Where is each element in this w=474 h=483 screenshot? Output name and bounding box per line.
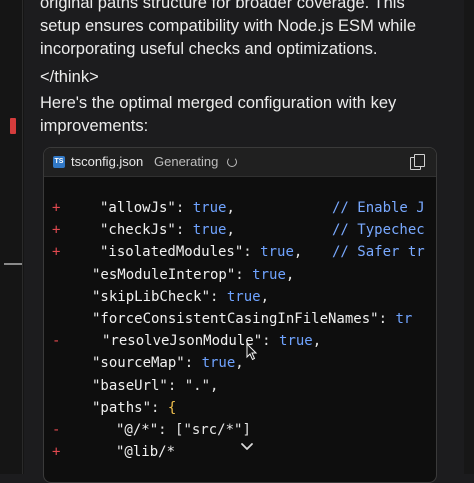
json-value: true (252, 266, 286, 283)
code-text: "@/*": ["src/*"] (116, 422, 251, 438)
json-value: "." (184, 377, 211, 394)
json-key: "@/*" (116, 422, 159, 438)
code-line: "esModuleInterop": true, (44, 267, 436, 289)
json-separator: : (378, 311, 396, 327)
code-line: + "allowJs": true, // Enable J (44, 200, 436, 222)
copy-icon[interactable] (410, 154, 425, 170)
json-value: { (167, 399, 177, 416)
json-punctuation: , (293, 244, 303, 261)
right-edge (464, 0, 474, 474)
code-line: "forceConsistentCasingInFileNames": tr (44, 311, 436, 333)
left-rail (0, 0, 24, 474)
code-text: "isolatedModules": true, (100, 244, 302, 260)
json-key: "checkJs" (100, 222, 176, 239)
message-line: original paths structure for broader cov… (40, 0, 405, 12)
code-line: "baseUrl": ".", (44, 378, 436, 400)
chevron-down-icon[interactable] (240, 440, 254, 454)
json-separator: : (235, 266, 253, 283)
code-comment: // Safer tr (332, 244, 425, 261)
json-key: "isolatedModules" (100, 244, 244, 261)
json-key: "paths" (92, 399, 152, 416)
diff-removed-marker: - (52, 333, 61, 350)
json-value: true (279, 333, 313, 350)
spinner-icon (227, 157, 237, 167)
json-key: "allowJs" (100, 200, 176, 216)
intro-line: improvements: (40, 117, 149, 135)
json-key: "baseUrl" (92, 377, 168, 394)
code-line: "paths": { (44, 400, 436, 422)
intro-line: Here's the optimal merged configuration … (40, 94, 397, 112)
intro-paragraph: Here's the optimal merged configuration … (40, 92, 460, 138)
code-text: "baseUrl": ".", (92, 378, 218, 394)
json-punctuation: , (260, 288, 270, 305)
code-text: "checkJs": true, (100, 222, 235, 238)
diff-added-marker: + (52, 444, 61, 461)
diff-added-marker: + (52, 200, 61, 216)
json-value: true (226, 288, 261, 305)
json-separator: : (184, 355, 202, 372)
code-line: "skipLibCheck": true, (44, 289, 436, 311)
json-punctuation: , (285, 266, 295, 283)
generating-status: Generating (154, 154, 219, 169)
diff-added-marker: + (52, 222, 61, 239)
code-line: "sourceMap": true, (44, 355, 436, 377)
code-text: "@lib/* (116, 444, 175, 460)
code-text: "skipLibCheck": true, (92, 289, 269, 305)
rail-marker (10, 118, 16, 134)
mouse-cursor-icon (246, 343, 258, 361)
message-line: setup ensures compatibility with Node.js… (40, 17, 416, 35)
json-separator: : (158, 422, 176, 438)
code-text: "forceConsistentCasingInFileNames": tr (92, 311, 412, 327)
json-punctuation: , (210, 377, 219, 394)
code-block: TS tsconfig.json Generating + "allowJs": … (43, 147, 437, 483)
json-separator: : (175, 200, 193, 216)
message-paragraph: original paths structure for broader cov… (40, 0, 460, 61)
code-line: + "checkJs": true, // Typechec (44, 222, 436, 244)
code-text: "sourceMap": true, (92, 355, 244, 371)
message-line: incorporating useful checks and optimiza… (40, 40, 378, 58)
json-value: true (260, 244, 294, 261)
rail-divider (22, 0, 23, 474)
code-text: "esModuleInterop": true, (92, 267, 294, 283)
think-close-tag: </think> (40, 66, 460, 89)
json-value: true (192, 200, 227, 216)
json-separator: : (175, 222, 193, 239)
rail-tick (4, 263, 22, 265)
json-value: true (201, 355, 236, 372)
json-value: ["src/*"] (175, 422, 251, 438)
json-key: "sourceMap" (92, 355, 185, 372)
json-key: "@lib/* (116, 444, 176, 461)
code-text: "paths": { (92, 400, 176, 416)
json-separator: : (151, 399, 168, 416)
code-line: + "isolatedModules": true, // Safer tr (44, 244, 436, 266)
code-block-header: TS tsconfig.json Generating (44, 148, 436, 177)
json-value: true (192, 222, 227, 239)
think-close-text: </think> (40, 68, 99, 86)
typescript-file-icon: TS (53, 156, 65, 168)
code-text: "resolveJsonModule": true, (102, 333, 321, 349)
json-punctuation: , (235, 355, 244, 372)
code-comment: // Enable J (332, 200, 425, 216)
code-filename: tsconfig.json (71, 154, 144, 169)
json-separator: : (210, 288, 227, 305)
diff-removed-marker: - (52, 422, 61, 438)
json-punctuation: , (226, 200, 235, 216)
json-value: tr (395, 311, 413, 327)
json-key: "forceConsistentCasingInFileNames" (92, 311, 379, 327)
json-separator: : (262, 333, 280, 350)
json-key: "skipLibCheck" (92, 288, 211, 305)
code-comment: // Typechec (332, 222, 425, 239)
code-text: "allowJs": true, (100, 200, 235, 216)
json-key: "resolveJsonModule" (102, 333, 263, 350)
diff-added-marker: + (52, 244, 61, 261)
code-line: - "resolveJsonModule": true, (44, 333, 436, 355)
json-punctuation: , (226, 222, 235, 239)
json-separator: : (243, 244, 261, 261)
json-punctuation: , (312, 333, 322, 350)
json-key: "esModuleInterop" (92, 266, 236, 283)
json-separator: : (167, 377, 185, 394)
